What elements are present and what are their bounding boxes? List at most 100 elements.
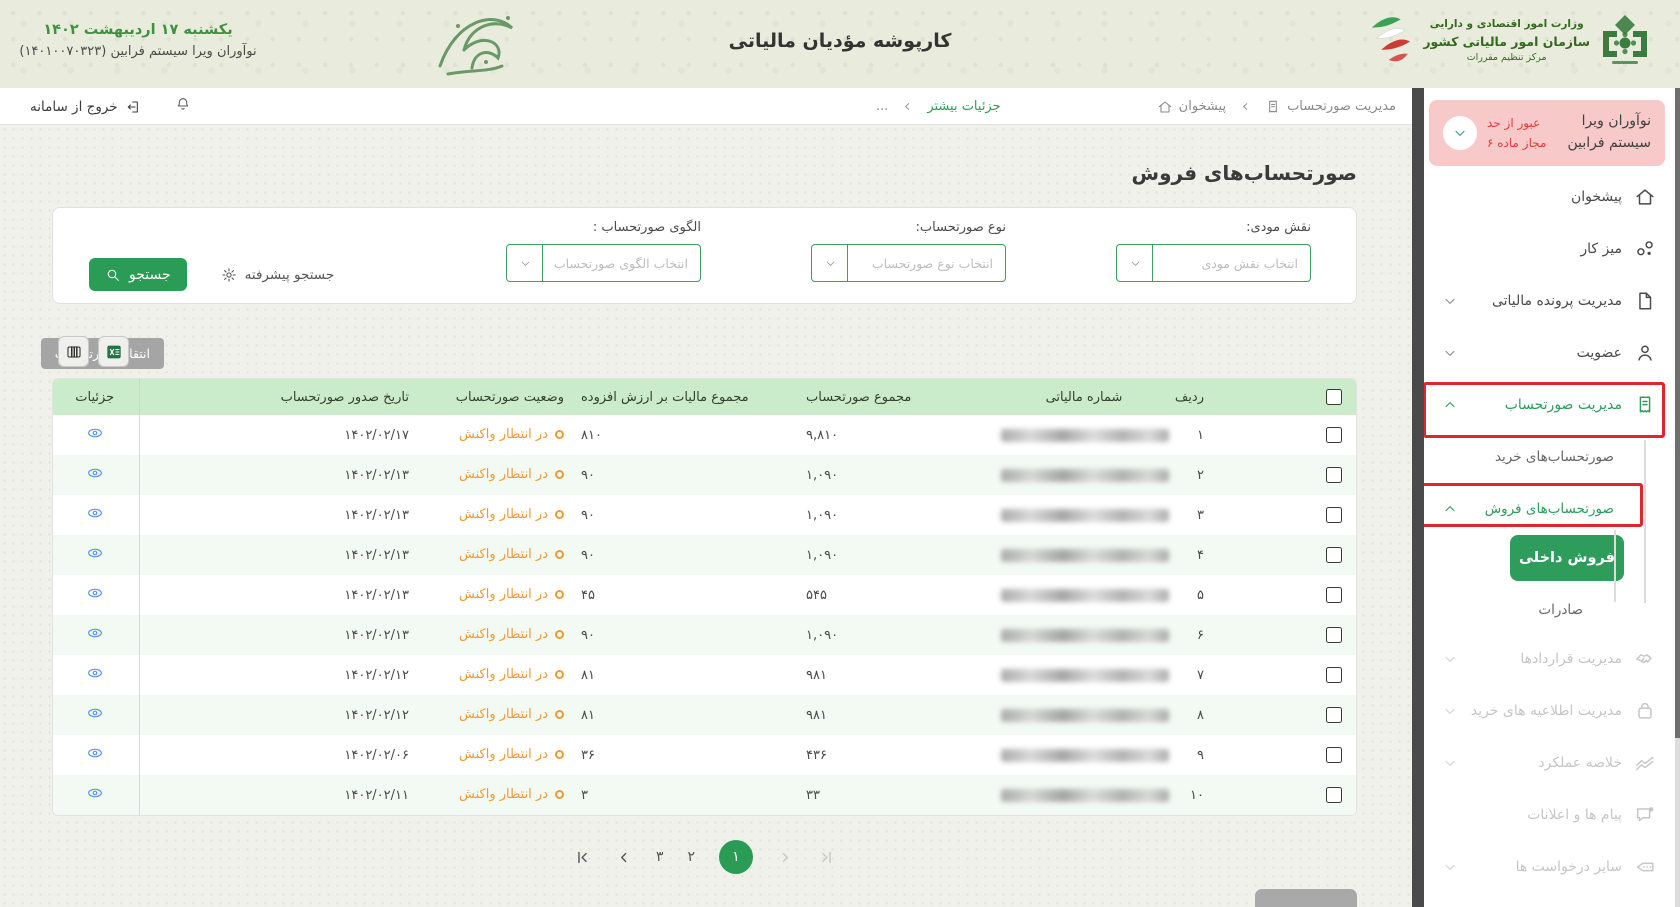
- current-page-button[interactable]: ۱: [719, 840, 753, 874]
- search-button[interactable]: جستجو: [89, 258, 187, 291]
- status-badge: در انتظار واکنش: [459, 587, 564, 602]
- view-details-button[interactable]: [87, 665, 103, 681]
- sidebar-item-clipped[interactable]: [1424, 893, 1680, 907]
- column-header: مجموع مالیات بر ارزش افزوده: [564, 379, 789, 415]
- eye-icon: [87, 665, 103, 681]
- first-page-button[interactable]: [574, 849, 591, 866]
- row-checkbox[interactable]: [1326, 427, 1342, 443]
- view-details-button[interactable]: [87, 745, 103, 761]
- details-cell: [52, 655, 139, 695]
- details-cell: [52, 495, 139, 535]
- view-details-button[interactable]: [87, 545, 103, 561]
- view-details-button[interactable]: [87, 585, 103, 601]
- taxpayer-role-select[interactable]: انتخاب نقش مودی: [1116, 244, 1311, 282]
- view-details-button[interactable]: [87, 425, 103, 441]
- table-toolbar: انتقال صورتحساب: [52, 332, 1357, 378]
- row-select-cell: [1312, 455, 1356, 495]
- row-checkbox[interactable]: [1326, 667, 1342, 683]
- logout-button[interactable]: خروج از سامانه: [30, 88, 142, 125]
- user-account-box[interactable]: نوآوران ویرا سیستم فرابین عبور از حد مجا…: [1429, 100, 1665, 166]
- row-checkbox[interactable]: [1326, 547, 1342, 563]
- row-checkbox[interactable]: [1326, 587, 1342, 603]
- sidebar-item-exports[interactable]: صادرات: [1424, 587, 1680, 633]
- row-checkbox[interactable]: [1326, 787, 1342, 803]
- breadcrumb-dashboard[interactable]: پیشخوان: [1157, 99, 1226, 115]
- excel-export-button[interactable]: [98, 336, 129, 367]
- user-menu-toggle[interactable]: [1443, 116, 1477, 150]
- eye-icon: [87, 465, 103, 481]
- view-details-button[interactable]: [87, 625, 103, 641]
- chevron-left-icon: [1239, 100, 1252, 113]
- sidebar-item-messages[interactable]: پیام ها و اعلانات: [1424, 789, 1680, 841]
- invoice-type-select[interactable]: انتخاب نوع صورتحساب: [811, 244, 1006, 282]
- row-checkbox[interactable]: [1326, 467, 1342, 483]
- blurred-tax-number: [1001, 629, 1169, 642]
- column-header: ردیف: [1179, 379, 1312, 415]
- tag-icon: [1634, 856, 1656, 878]
- sidebar-item-performance[interactable]: خلاصه عملکرد: [1424, 737, 1680, 789]
- view-details-button[interactable]: [87, 705, 103, 721]
- notification-bell-icon[interactable]: [175, 96, 191, 112]
- tax-number-cell: [989, 655, 1179, 695]
- sidebar-item-label: مدیریت پرونده مالیاتی: [1492, 293, 1622, 309]
- hand-icon: [1634, 648, 1656, 670]
- sidebar-item-tax-file[interactable]: مدیریت پرونده مالیاتی: [1424, 275, 1680, 327]
- row-checkbox[interactable]: [1326, 507, 1342, 523]
- row-number-cell: ۸: [1179, 695, 1312, 735]
- chevron-down-icon: [1442, 859, 1458, 875]
- eye-icon: [87, 705, 103, 721]
- page-number-button[interactable]: ۳: [656, 849, 664, 865]
- invoice-pattern-select[interactable]: انتخاب الگوی صورتحساب: [506, 244, 701, 282]
- status-label: در انتظار واکنش: [459, 627, 548, 642]
- invoice-status-cell: در انتظار واکنش: [409, 695, 564, 735]
- status-dot-icon: [555, 750, 564, 759]
- sidebar-item-dashboard[interactable]: پیشخوان: [1424, 171, 1680, 223]
- sidebar-item-sales-invoices[interactable]: صورتحساب‌های فروش: [1424, 483, 1680, 535]
- view-details-button[interactable]: [87, 505, 103, 521]
- last-page-icon: [818, 849, 835, 866]
- sidebar-item-label: خلاصه عملکرد: [1538, 755, 1622, 771]
- column-header: تاریخ صدور صورتحساب: [139, 379, 409, 415]
- top-banner: یکشنبه ۱۷ اردیبهشت ۱۴۰۲ نوآوران ویرا سیس…: [0, 0, 1680, 88]
- next-page-icon: [777, 849, 794, 866]
- column-header: جزئیات: [52, 379, 139, 415]
- sidebar-item-invoice-mgmt[interactable]: مدیریت صورتحساب: [1424, 379, 1680, 431]
- tax-number-cell: [989, 575, 1179, 615]
- sidebar-item-purchase-notices[interactable]: مدیریت اطلاعیه های خرید: [1424, 685, 1680, 737]
- row-checkbox[interactable]: [1326, 707, 1342, 723]
- chevron-down-icon: [1442, 755, 1458, 771]
- sidebar-scrollbar[interactable]: [1675, 88, 1680, 907]
- table-row: ۷۹۸۱۸۱در انتظار واکنش۱۴۰۲/۰۲/۱۲: [52, 655, 1356, 695]
- previous-page-button[interactable]: [615, 849, 632, 866]
- sidebar-item-domestic-sales[interactable]: فروش داخلی: [1510, 535, 1624, 581]
- invoice-status-cell: در انتظار واکنش: [409, 775, 564, 815]
- view-details-button[interactable]: [87, 785, 103, 801]
- row-checkbox[interactable]: [1326, 747, 1342, 763]
- breadcrumb-ellipsis[interactable]: ...: [876, 99, 888, 114]
- column-settings-button[interactable]: [58, 336, 89, 367]
- details-cell: [52, 695, 139, 735]
- sidebar-item-label: مدیریت قراردادها: [1520, 651, 1622, 667]
- row-checkbox[interactable]: [1326, 627, 1342, 643]
- user-icon: [1634, 342, 1656, 364]
- page-number-button[interactable]: ۲: [688, 849, 696, 865]
- invoice-total-cell: ۹۸۱: [789, 655, 989, 695]
- chevron-up-icon: [1442, 397, 1458, 413]
- status-dot-icon: [555, 590, 564, 599]
- content-scrollbar[interactable]: [1412, 88, 1424, 907]
- row-select-cell: [1312, 735, 1356, 775]
- advanced-search-link[interactable]: جستجو پیشرفته: [221, 267, 335, 283]
- select-all-checkbox[interactable]: [1326, 389, 1342, 405]
- sidebar-item-workdesk[interactable]: میز کار: [1424, 223, 1680, 275]
- breadcrumb-more-details[interactable]: جزئیات بیشتر: [927, 99, 1000, 114]
- sidebar-item-membership[interactable]: عضویت: [1424, 327, 1680, 379]
- sidebar-item-purchase-invoices[interactable]: صورتحساب‌های خرید: [1424, 431, 1680, 483]
- blurred-tax-number: [1001, 589, 1169, 602]
- clipped-bottom-button[interactable]: [1255, 889, 1357, 907]
- view-details-button[interactable]: [87, 465, 103, 481]
- ministry-line1: وزارت امور اقتصادی و دارایی: [1423, 16, 1590, 32]
- sidebar-item-contracts[interactable]: مدیریت قراردادها: [1424, 633, 1680, 685]
- vat-total-cell: ۳: [564, 775, 789, 815]
- sidebar-item-other-requests[interactable]: سایر درخواست ها: [1424, 841, 1680, 893]
- breadcrumb-invoice-mgmt[interactable]: مدیریت صورتحساب: [1265, 99, 1396, 115]
